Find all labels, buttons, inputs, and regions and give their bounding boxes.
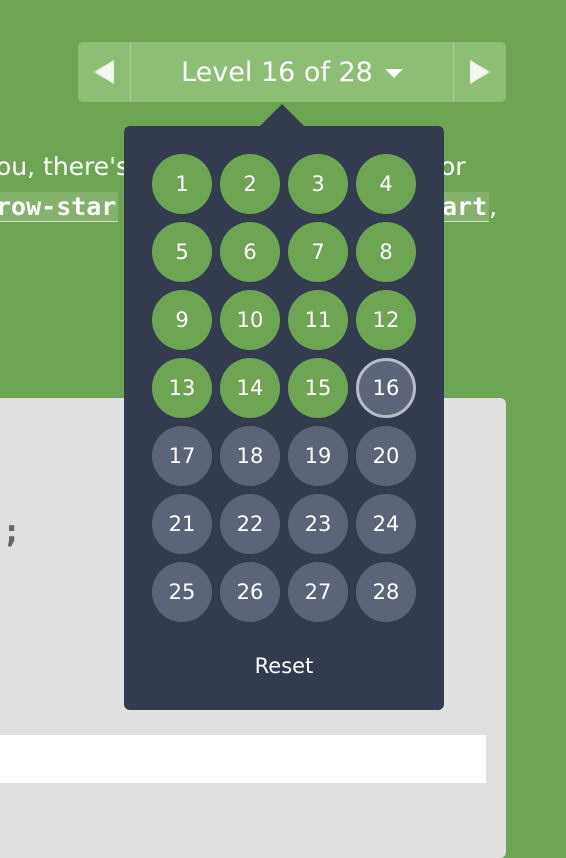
level-button-17[interactable]: 17 [152,426,212,486]
level-button-15[interactable]: 15 [288,358,348,418]
level-navigation: Level 16 of 28 [78,42,506,102]
code-text: art [440,192,490,222]
level-button-19[interactable]: 19 [288,426,348,486]
next-level-button[interactable] [453,42,506,102]
level-button-8[interactable]: 8 [356,222,416,282]
level-button-13[interactable]: 13 [152,358,212,418]
level-button-22[interactable]: 22 [220,494,280,554]
punctuation: , [489,192,498,221]
level-button-12[interactable]: 12 [356,290,416,350]
level-button-4[interactable]: 4 [356,154,416,214]
dropdown-pointer [258,104,306,128]
level-button-2[interactable]: 2 [220,154,280,214]
editor-code-line: ; [2,512,22,550]
level-button-23[interactable]: 23 [288,494,348,554]
level-button-16[interactable]: 16 [356,358,416,418]
level-button-24[interactable]: 24 [356,494,416,554]
triangle-left-icon [94,60,114,84]
level-button-21[interactable]: 21 [152,494,212,554]
level-button-26[interactable]: 26 [220,562,280,622]
level-button-28[interactable]: 28 [356,562,416,622]
level-grid: 1 2 3 4 5 6 7 8 9 10 11 12 13 14 15 16 17 18 19 20 21 22 23 24 2… [152,154,416,622]
level-button-18[interactable]: 18 [220,426,280,486]
caret-down-icon [384,69,403,78]
level-indicator[interactable]: Level 16 of 28 [131,42,453,102]
level-indicator-label: Level 16 of 28 [181,56,373,88]
level-button-7[interactable]: 7 [288,222,348,282]
level-button-9[interactable]: 9 [152,290,212,350]
instructions-line1-left: ou, there's [0,152,130,181]
level-button-11[interactable]: 11 [288,290,348,350]
level-button-5[interactable]: 5 [152,222,212,282]
level-dropdown: 1 2 3 4 5 6 7 8 9 10 11 12 13 14 15 16 17 18 19 20 21 22 23 24 2… [124,126,444,710]
editor-input-field[interactable] [0,735,486,783]
level-button-1[interactable]: 1 [152,154,212,214]
code-snippet-grid-row-start: row-star [0,192,119,222]
level-button-3[interactable]: 3 [288,154,348,214]
code-snippet-grid-row-end: art, [440,192,498,222]
level-button-6[interactable]: 6 [220,222,280,282]
previous-level-button[interactable] [78,42,131,102]
level-button-20[interactable]: 20 [356,426,416,486]
level-button-27[interactable]: 27 [288,562,348,622]
level-button-25[interactable]: 25 [152,562,212,622]
triangle-right-icon [470,60,490,84]
level-button-10[interactable]: 10 [220,290,280,350]
code-text: row-star [0,192,119,222]
reset-button[interactable]: Reset [124,654,444,678]
level-button-14[interactable]: 14 [220,358,280,418]
